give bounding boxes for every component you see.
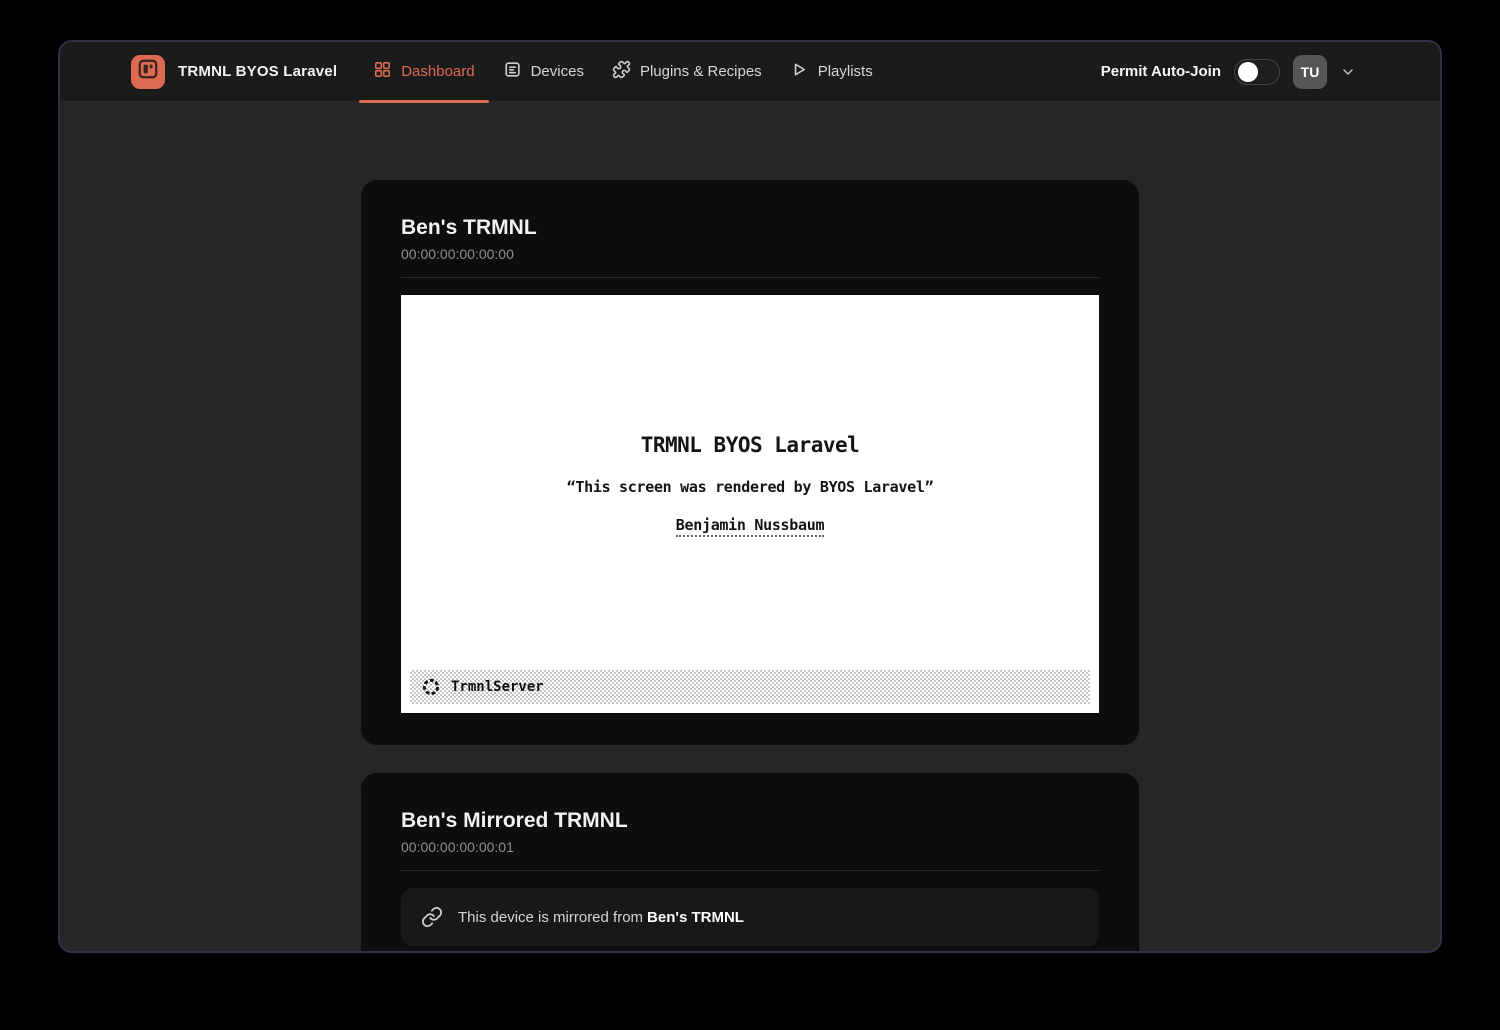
spinner-icon	[421, 677, 441, 697]
device-mac-address: 00:00:00:00:00:01	[401, 839, 1099, 855]
screen-title: TRMNL BYOS Laravel	[401, 295, 1099, 457]
nav-item-plugins-recipes[interactable]: Plugins & Recipes	[598, 42, 776, 102]
device-screen-preview: TRMNL BYOS Laravel “This screen was rend…	[401, 295, 1099, 713]
nav-menu: Dashboard Devices	[359, 42, 887, 102]
dashboard-content: Ben's TRMNL 00:00:00:00:00:00 TRMNL BYOS…	[60, 102, 1440, 951]
card-divider	[401, 870, 1099, 871]
nav-item-playlists[interactable]: Playlists	[776, 42, 887, 102]
mirror-status-text: This device is mirrored fromBen's TRMNL	[458, 909, 744, 926]
device-name: Ben's Mirrored TRMNL	[401, 809, 1099, 833]
nav-right-group: Permit Auto-Join TU	[1101, 55, 1356, 89]
nav-item-devices[interactable]: Devices	[489, 42, 598, 102]
trmnl-device-icon	[137, 58, 159, 85]
nav-item-label: Playlists	[818, 63, 873, 80]
nav-item-label: Plugins & Recipes	[640, 63, 762, 80]
user-avatar[interactable]: TU	[1293, 55, 1327, 89]
permit-auto-join-label: Permit Auto-Join	[1101, 63, 1221, 80]
screen-author: Benjamin Nussbaum	[676, 516, 824, 537]
device-card-bens-mirrored-trmnl: Ben's Mirrored TRMNL 00:00:00:00:00:01 T…	[361, 773, 1139, 951]
device-name: Ben's TRMNL	[401, 216, 1099, 240]
badge-label: TrmnlServer	[451, 679, 544, 695]
device-mac-address: 00:00:00:00:00:00	[401, 246, 1099, 262]
link-icon	[421, 906, 443, 928]
permit-auto-join-toggle[interactable]	[1234, 59, 1280, 85]
nav-item-label: Devices	[531, 63, 584, 80]
mirror-info-box: This device is mirrored fromBen's TRMNL	[401, 888, 1099, 946]
nav-item-dashboard[interactable]: Dashboard	[359, 42, 488, 102]
toggle-knob	[1238, 62, 1258, 82]
app-logo[interactable]	[131, 55, 165, 89]
puzzle-icon	[612, 60, 631, 83]
device-card-bens-trmnl: Ben's TRMNL 00:00:00:00:00:00 TRMNL BYOS…	[361, 180, 1139, 745]
mirror-text-prefix: This device is mirrored from	[458, 909, 643, 926]
grid-icon	[373, 60, 392, 83]
app-window: TRMNL BYOS Laravel Dashboard	[58, 40, 1442, 953]
screen-server-badge: TrmnlServer	[410, 670, 1090, 704]
card-divider	[401, 277, 1099, 278]
screen-quote: “This screen was rendered by BYOS Larave…	[401, 478, 1099, 496]
top-nav-bar: TRMNL BYOS Laravel Dashboard	[60, 42, 1440, 102]
play-icon	[790, 60, 809, 83]
nav-item-label: Dashboard	[401, 63, 474, 80]
devices-icon	[503, 60, 522, 83]
app-title: TRMNL BYOS Laravel	[178, 63, 337, 80]
chevron-down-icon[interactable]	[1340, 64, 1356, 80]
mirror-source-device: Ben's TRMNL	[647, 909, 744, 926]
